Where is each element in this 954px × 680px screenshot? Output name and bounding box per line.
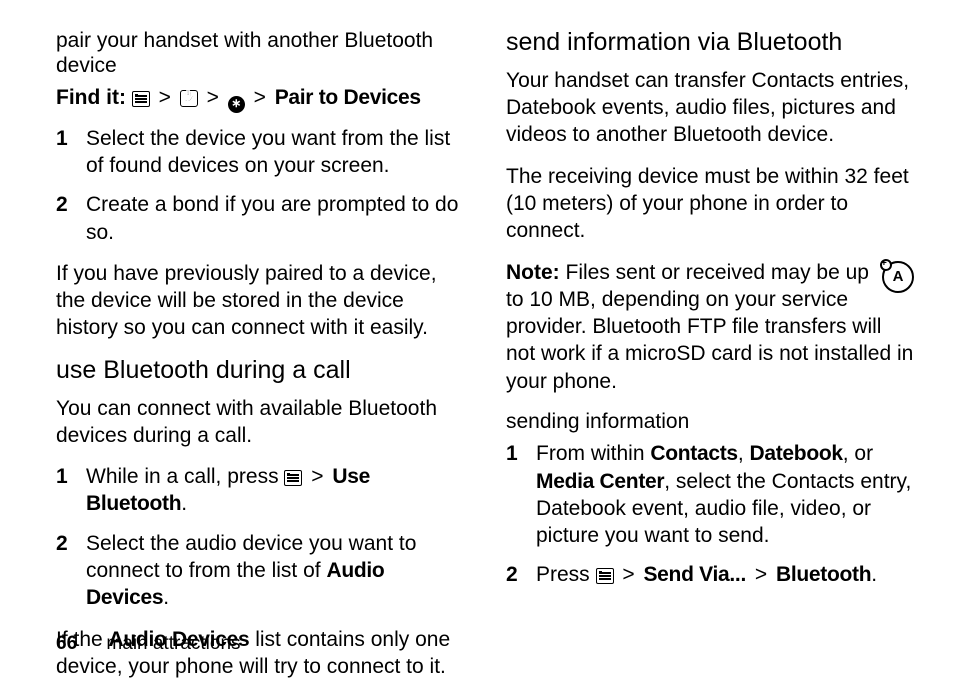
step-text: While in a call, press > Use Bluetooth. (86, 463, 464, 518)
heading-use-bt-call: use Bluetooth during a call (56, 356, 464, 385)
step-number: 1 (506, 440, 536, 549)
t: Datebook (749, 442, 842, 465)
separator-icon: > (755, 563, 767, 586)
t: , or (843, 442, 873, 465)
separator-icon: > (159, 86, 171, 109)
list-item: 2 Press > Send Via... > Bluetooth. (506, 561, 914, 588)
pair-note-para: If you have previously paired to a devic… (56, 260, 464, 342)
use-bt-steps-list: 1 While in a call, press > Use Bluetooth… (56, 463, 464, 611)
t: Press (536, 563, 596, 586)
step-text: Create a bond if you are prompted to do … (86, 191, 464, 246)
bluetooth-icon: ∗ (228, 96, 245, 113)
page-footer: 66 main attractions (56, 632, 241, 657)
menu-icon (132, 91, 150, 107)
find-it-target: Pair to Devices (275, 86, 421, 109)
t: Send Via... (643, 563, 746, 586)
sending-steps-list: 1 From within Contacts, Datebook, or Med… (506, 440, 914, 588)
menu-icon (596, 568, 614, 584)
right-column: send information via Bluetooth Your hand… (506, 28, 914, 618)
step-text: Select the audio device you want to conn… (86, 530, 464, 612)
find-it-label: Find it: (56, 86, 126, 109)
page-number: 66 (56, 633, 77, 654)
menu-icon (284, 470, 302, 486)
step-number: 2 (506, 561, 536, 588)
note-block: A Note: Files sent or received may be up… (506, 259, 914, 409)
separator-icon: > (622, 563, 634, 586)
t: Bluetooth (776, 563, 871, 586)
list-item: 1 Select the device you want from the li… (56, 125, 464, 180)
chapter-name: main attractions (106, 633, 240, 654)
note-para: Note: Files sent or received may be up t… (506, 259, 914, 395)
separator-icon: > (311, 465, 323, 488)
step-number: 1 (56, 125, 86, 180)
use-bt-intro: You can connect with available Bluetooth… (56, 395, 464, 450)
step-text: Press > Send Via... > Bluetooth. (536, 561, 914, 588)
step-number: 2 (56, 191, 86, 246)
t: Contacts (650, 442, 737, 465)
list-item: 2 Create a bond if you are prompted to d… (56, 191, 464, 246)
list-item: 1 From within Contacts, Datebook, or Med… (506, 440, 914, 549)
hand-icon (180, 90, 198, 107)
list-item: 2 Select the audio device you want to co… (56, 530, 464, 612)
t: From within (536, 442, 650, 465)
step-text: From within Contacts, Datebook, or Media… (536, 440, 914, 549)
note-body: Files sent or received may be up to 10 M… (506, 261, 913, 393)
find-it-line: Find it: > > ∗ > Pair to Devices (56, 84, 464, 112)
left-column: pair your handset with another Bluetooth… (56, 28, 464, 618)
step-text-pre: While in a call, press (86, 465, 284, 488)
list-item: 1 While in a call, press > Use Bluetooth… (56, 463, 464, 518)
accessory-a-icon: A (882, 261, 914, 293)
t: Media Center (536, 470, 664, 493)
period: . (871, 563, 877, 586)
note-label: Note: (506, 261, 560, 284)
period: . (163, 586, 169, 609)
step-number: 1 (56, 463, 86, 518)
separator-icon: > (254, 86, 266, 109)
page-columns: pair your handset with another Bluetooth… (56, 28, 914, 618)
step-number: 2 (56, 530, 86, 612)
separator-icon: > (207, 86, 219, 109)
heading-pair-handset: pair your handset with another Bluetooth… (56, 28, 464, 78)
heading-sending-info: sending information (506, 409, 914, 434)
period: . (181, 492, 187, 515)
t: , (738, 442, 750, 465)
send-info-para2: The receiving device must be within 32 f… (506, 163, 914, 245)
heading-send-info: send information via Bluetooth (506, 28, 914, 57)
send-info-para1: Your handset can transfer Contacts entri… (506, 67, 914, 149)
step-text: Select the device you want from the list… (86, 125, 464, 180)
pair-steps-list: 1 Select the device you want from the li… (56, 125, 464, 246)
